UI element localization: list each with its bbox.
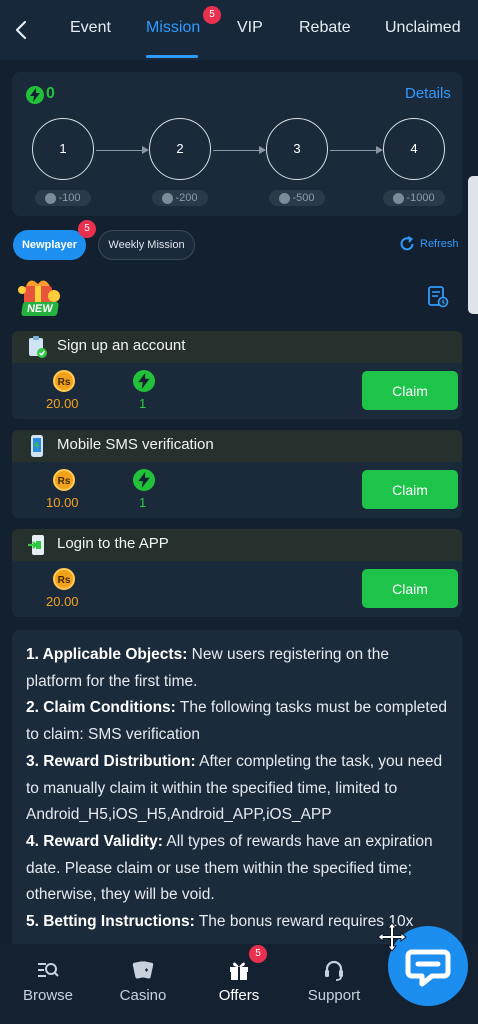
chip-newplayer-label: Newplayer [21, 239, 78, 251]
energy-progress-panel: 0 Details 1 2 3 4 -100 -200 -500 -1000 [12, 72, 462, 216]
task-title: Sign up an account [57, 337, 186, 354]
step-3-requirement: -500 [269, 190, 325, 206]
mission-badge: 5 [203, 6, 221, 24]
refresh-icon [400, 236, 414, 251]
browse-icon [38, 963, 59, 977]
bolt-icon [279, 192, 291, 204]
nav-browse-label: Browse [22, 987, 74, 1004]
rupee-coin-icon: Rs [53, 370, 75, 392]
step-1-label: 1 [59, 141, 67, 156]
task-body-signup: Rs 20.00 1 Claim [12, 363, 462, 419]
newplayer-badge: 5 [78, 220, 96, 238]
reward-rs-value: 20.00 [46, 396, 79, 411]
step-4-requirement-value: -1000 [406, 192, 435, 204]
rule-heading: 4. Reward Validity: [26, 832, 163, 850]
energy-icon [26, 86, 44, 104]
nav-support[interactable]: Support [289, 944, 379, 1024]
energy-value: 0 [46, 85, 55, 102]
rule-heading: 2. Claim Conditions: [26, 699, 176, 717]
bolt-icon [45, 192, 57, 204]
chip-weekly-mission[interactable]: Weekly Mission [98, 230, 195, 260]
task-title: Login to the APP [57, 535, 169, 552]
step-1-requirement-value: -100 [58, 192, 81, 204]
cards-icon [132, 961, 154, 979]
step-4-requirement: -1000 [383, 190, 445, 206]
rule-item: 3. Reward Distribution: After completing… [26, 749, 448, 829]
step-2-requirement-value: -200 [175, 192, 198, 204]
bolt-icon [162, 192, 174, 204]
claim-button[interactable]: Claim [362, 470, 458, 509]
refresh-button[interactable]: Refresh [398, 235, 459, 253]
tab-event[interactable]: Event [70, 19, 111, 37]
rule-heading: 1. Applicable Objects: [26, 646, 188, 663]
step-2-label: 2 [176, 141, 184, 156]
reward-rs-value: 10.00 [46, 495, 79, 510]
rupee-coin-icon: Rs [53, 469, 75, 491]
step-2-requirement: -200 [152, 190, 208, 206]
headset-icon [325, 960, 343, 981]
energy-icon [133, 469, 155, 491]
new-label: NEW [21, 302, 59, 316]
nav-browse[interactable]: Browse [3, 944, 93, 1024]
step-1-requirement: -100 [35, 190, 91, 206]
task-title: Mobile SMS verification [57, 436, 214, 453]
nav-casino-label: Casino [119, 987, 167, 1004]
step-arrow [213, 146, 266, 154]
new-gift-icon: NEW [16, 274, 66, 320]
rules-document-icon[interactable] [427, 285, 449, 309]
rule-item: 1. Applicable Objects: New users registe… [26, 642, 448, 695]
phone-icon [26, 434, 48, 458]
back-chevron-icon[interactable] [10, 16, 34, 44]
task-header-signup: Sign up an account [12, 331, 462, 363]
refresh-label: Refresh [420, 238, 459, 250]
active-tab-indicator [146, 55, 198, 58]
claim-button[interactable]: Claim [362, 371, 458, 410]
claim-button[interactable]: Claim [362, 569, 458, 608]
top-tab-bar: Event Mission 5 VIP Rebate Unclaimed [0, 0, 478, 60]
login-app-icon [26, 533, 48, 557]
step-3-requirement-value: -500 [292, 192, 315, 204]
step-2-circle: 2 [149, 118, 211, 180]
tab-vip[interactable]: VIP [237, 19, 263, 37]
task-body-login: Rs 20.00 Claim [12, 561, 462, 617]
energy-icon [133, 370, 155, 392]
task-header-sms: Mobile SMS verification [12, 430, 462, 462]
step-3-label: 3 [293, 141, 301, 156]
task-body-sms: Rs 10.00 1 Claim [12, 462, 462, 518]
rule-item: 4. Reward Validity: All types of rewards… [26, 829, 448, 909]
step-4-label: 4 [410, 141, 418, 156]
reward-energy-value: 1 [139, 495, 147, 510]
rule-item: 2. Claim Conditions: The following tasks… [26, 695, 448, 748]
task-header-login: Login to the APP [12, 529, 462, 561]
chip-weekly-label: Weekly Mission [108, 239, 185, 251]
bolt-icon [393, 192, 405, 204]
offers-badge: 5 [249, 945, 267, 963]
reward-rs-value: 20.00 [46, 594, 79, 609]
tab-unclaimed[interactable]: Unclaimed [385, 19, 461, 37]
rule-heading: 3. Reward Distribution: [26, 752, 196, 770]
step-arrow [330, 146, 383, 154]
step-4-circle: 4 [383, 118, 445, 180]
rupee-coin-icon: Rs [53, 568, 75, 590]
drag-move-icon[interactable] [376, 921, 408, 953]
details-link[interactable]: Details [405, 85, 451, 102]
tab-rebate[interactable]: Rebate [299, 19, 351, 37]
chip-newplayer[interactable]: Newplayer [13, 230, 86, 260]
reward-energy-value: 1 [139, 396, 147, 411]
gift-icon [230, 962, 248, 980]
nav-offers[interactable]: Offers [194, 944, 284, 1024]
step-1-circle: 1 [32, 118, 94, 180]
nav-support-label: Support [307, 987, 361, 1004]
tab-mission[interactable]: Mission [146, 19, 200, 37]
clipboard-icon [26, 335, 48, 359]
rules-panel: 1. Applicable Objects: New users registe… [12, 630, 462, 950]
rule-heading: 5. Betting Instructions: [26, 913, 195, 931]
step-arrow [96, 146, 149, 154]
scroll-handle[interactable] [468, 176, 478, 314]
nav-casino[interactable]: Casino [98, 944, 188, 1024]
nav-offers-label: Offers [218, 987, 260, 1004]
step-3-circle: 3 [266, 118, 328, 180]
